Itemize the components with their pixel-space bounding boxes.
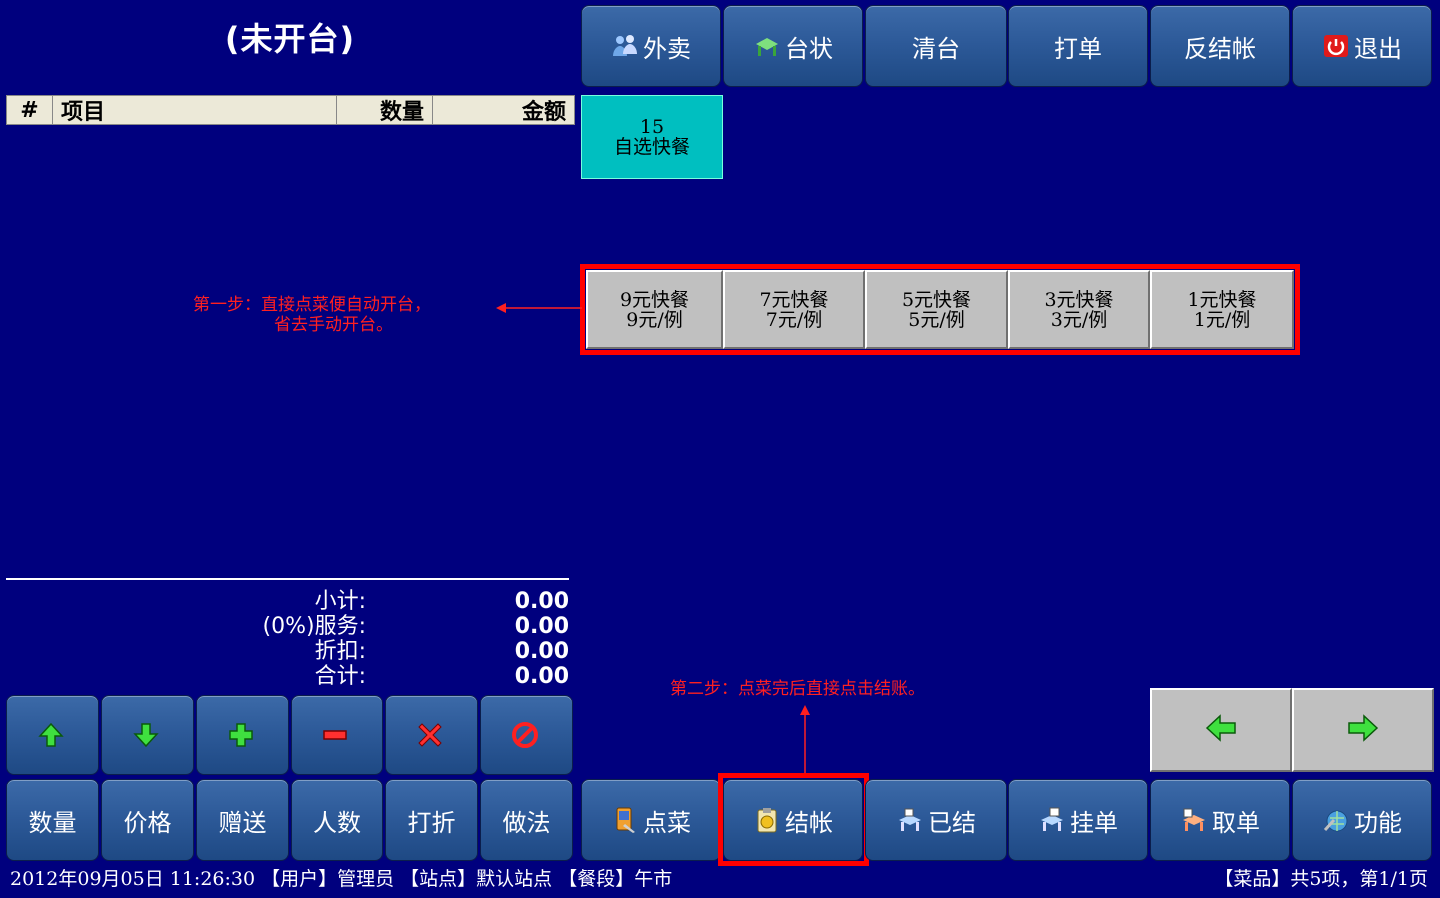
quantity-button[interactable]: 数量 <box>6 779 99 861</box>
exit-label: 退出 <box>1354 34 1402 63</box>
settled-button[interactable]: 已结 <box>865 779 1007 861</box>
reverse-checkout-button[interactable]: 反结帐 <box>1150 5 1290 87</box>
annotation-step1-line1: 第一步：直接点菜便自动开台， <box>193 295 431 315</box>
close-icon <box>416 721 444 749</box>
dish-price: 3元/例 <box>1050 308 1108 331</box>
dish-button-1[interactable]: 1元快餐 1元/例 <box>1150 270 1294 349</box>
handheld-icon <box>611 806 639 834</box>
retrieve-order-button[interactable]: 取单 <box>1150 779 1290 861</box>
col-header-number: # <box>7 96 53 124</box>
checkout-button[interactable]: 结帐 <box>723 779 863 861</box>
clipboard-coin-icon <box>753 806 781 834</box>
order-dish-label: 点菜 <box>643 808 691 837</box>
clear-table-button[interactable]: 清台 <box>865 5 1007 87</box>
guest-count-button[interactable]: 人数 <box>291 779 383 861</box>
next-page-button[interactable] <box>1292 688 1434 772</box>
gift-button[interactable]: 赠送 <box>196 779 289 861</box>
col-header-amount: 金额 <box>521 100 566 125</box>
dish-price: 5元/例 <box>908 308 965 331</box>
people-icon <box>611 32 639 60</box>
subtotal-value: 0.00 <box>514 589 569 614</box>
dish-button-5[interactable]: 5元快餐 5元/例 <box>865 270 1008 349</box>
order-table-header: # 项目 数量 金额 <box>6 95 575 125</box>
status-bar: 2012年09月05日 11:26:30 【用户】管理员 【站点】默认站点 【餐… <box>0 866 1440 898</box>
service-value: 0.00 <box>514 614 569 639</box>
dish-name: 5元快餐 <box>901 288 972 311</box>
subtotal-label: 小计: <box>314 589 366 614</box>
order-dish-button[interactable]: 点菜 <box>581 779 721 861</box>
annotation-step1-line2: 省去手动开台。 <box>274 315 393 335</box>
arrow-down-icon <box>132 721 160 749</box>
print-bill-button[interactable]: 打单 <box>1008 5 1148 87</box>
retrieve-order-label: 取单 <box>1212 808 1260 837</box>
arrow-up-icon <box>37 721 65 749</box>
cancel-button[interactable] <box>480 695 573 775</box>
total-label: 合计: <box>314 664 366 689</box>
takeout-label: 外卖 <box>643 34 691 63</box>
dish-button-9[interactable]: 9元快餐 9元/例 <box>586 270 723 349</box>
plus-icon <box>227 721 255 749</box>
checkout-label: 结帐 <box>785 808 833 837</box>
status-left: 2012年09月05日 11:26:30 【用户】管理员 【站点】默认站点 【餐… <box>10 868 673 890</box>
retrieve-table-icon <box>1180 806 1208 834</box>
annotation-arrow-left <box>496 303 582 313</box>
total-value: 0.00 <box>514 664 569 689</box>
annotation-step2: 第二步：点菜完后直接点击结账。 <box>670 679 925 699</box>
arrow-right-icon <box>1347 714 1379 746</box>
settled-label: 已结 <box>928 808 976 837</box>
price-button[interactable]: 价格 <box>101 779 194 861</box>
total-row: 合计: 0.00 <box>6 664 569 689</box>
settled-table-icon <box>896 806 924 834</box>
discount-value: 0.00 <box>514 639 569 664</box>
table-status-title: (未开台) <box>224 20 356 58</box>
dish-price: 9元/例 <box>626 308 683 331</box>
table-status-button[interactable]: 台状 <box>723 5 863 87</box>
hold-table-icon <box>1038 806 1066 834</box>
discount-button[interactable]: 打折 <box>385 779 478 861</box>
takeout-button[interactable]: 外卖 <box>581 5 721 87</box>
dish-price: 7元/例 <box>765 308 823 331</box>
service-label: (0%)服务: <box>262 614 366 639</box>
dish-name: 9元快餐 <box>619 288 690 311</box>
prev-page-button[interactable] <box>1150 688 1292 772</box>
dish-name: 1元快餐 <box>1187 288 1257 311</box>
dish-price: 1元/例 <box>1193 308 1251 331</box>
subtract-button[interactable] <box>291 695 383 775</box>
table-status-label: 台状 <box>785 34 833 63</box>
col-header-item: 项目 <box>53 96 337 125</box>
dish-name: 3元快餐 <box>1044 288 1114 311</box>
move-up-button[interactable] <box>6 695 99 775</box>
functions-label: 功能 <box>1354 808 1402 837</box>
hold-order-label: 挂单 <box>1070 808 1118 837</box>
status-right: 【菜品】共5项，第1/1页 <box>1214 868 1428 890</box>
tools-globe-icon <box>1322 806 1350 834</box>
dish-button-7[interactable]: 7元快餐 7元/例 <box>723 270 865 349</box>
power-icon <box>1322 32 1350 60</box>
delete-button[interactable] <box>385 695 478 775</box>
prohibited-icon <box>511 721 539 749</box>
move-down-button[interactable] <box>101 695 194 775</box>
hold-order-button[interactable]: 挂单 <box>1008 779 1148 861</box>
exit-button[interactable]: 退出 <box>1292 5 1432 87</box>
arrow-left-icon <box>1205 714 1237 746</box>
table-icon <box>753 32 781 60</box>
minus-icon <box>321 721 349 749</box>
summary-divider <box>6 578 569 580</box>
annotation-arrow-up <box>800 705 810 778</box>
dish-name: 7元快餐 <box>759 288 829 311</box>
discount-row: 折扣: 0.00 <box>6 639 569 664</box>
subtotal-row: 小计: 0.00 <box>6 589 569 614</box>
col-header-quantity: 数量 <box>337 96 433 125</box>
service-row: (0%)服务: 0.00 <box>6 614 569 639</box>
functions-button[interactable]: 功能 <box>1292 779 1432 861</box>
category-name: 自选快餐 <box>613 136 690 158</box>
cooking-method-button[interactable]: 做法 <box>480 779 573 861</box>
discount-label: 折扣: <box>314 639 366 664</box>
add-button[interactable] <box>196 695 289 775</box>
dish-button-3[interactable]: 3元快餐 3元/例 <box>1008 270 1150 349</box>
category-count: 15 <box>639 116 665 138</box>
category-tile-quick-meal[interactable]: 15 自选快餐 <box>581 95 723 179</box>
